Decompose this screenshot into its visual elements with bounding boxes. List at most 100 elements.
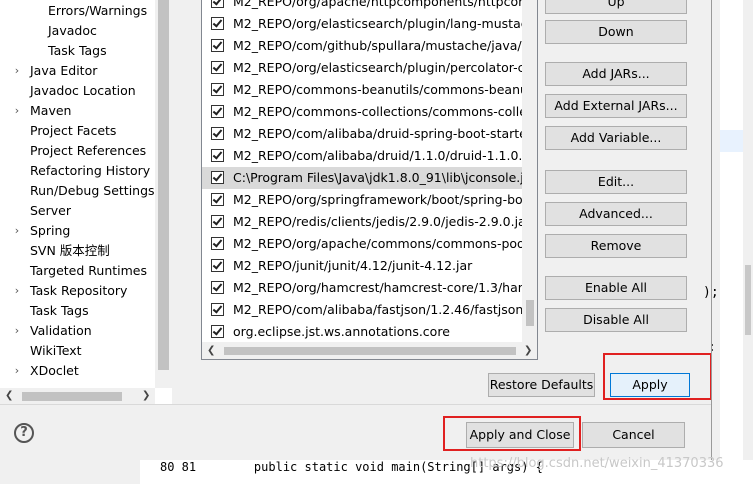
tree-horizontal-scrollbar[interactable]: ❮ ❯	[0, 388, 155, 404]
library-checkbox[interactable]	[211, 17, 224, 30]
tree-item[interactable]: › Validation	[0, 321, 155, 341]
remove-button[interactable]: Remove	[545, 234, 687, 258]
library-row[interactable]: M2_REPO/com/github/spullara/mustache/jav…	[202, 35, 536, 57]
library-checkbox[interactable]	[211, 149, 224, 162]
list-scroll-right-arrow-icon[interactable]: ❯	[524, 345, 532, 357]
tree-item[interactable]: SVN 版本控制	[0, 241, 155, 261]
advanced-button[interactable]: Advanced...	[545, 202, 687, 226]
tree-item[interactable]: › XDoclet	[0, 361, 155, 381]
tree-item[interactable]: Javadoc	[0, 21, 155, 41]
list-vertical-scrollbar[interactable]	[522, 0, 537, 342]
apply-highlight-box	[603, 353, 712, 400]
editor-scroll-thumb[interactable]	[745, 265, 751, 335]
editor-scrollbar[interactable]	[743, 0, 753, 484]
tree-item[interactable]: WikiText	[0, 341, 155, 361]
library-row[interactable]: M2_REPO/org/apache/httpcomponents/httpco…	[202, 0, 531, 13]
library-checkbox[interactable]	[211, 0, 224, 8]
library-checkbox[interactable]	[211, 105, 224, 118]
library-row[interactable]: org.eclipse.jst.ws.annotations.core	[202, 321, 522, 343]
tree-vscroll-thumb[interactable]	[158, 0, 169, 370]
tree-item[interactable]: Run/Debug Settings	[0, 181, 155, 201]
tree-item[interactable]: › Java Editor	[0, 61, 155, 81]
down-button[interactable]: Down	[545, 20, 687, 44]
tree-item[interactable]: › Task Repository	[0, 281, 155, 301]
library-checkbox[interactable]	[211, 39, 224, 52]
help-icon[interactable]: ?	[14, 423, 34, 443]
tree-item[interactable]: Task Tags	[0, 301, 155, 321]
library-path: M2_REPO/com/alibaba/druid/1.1.0/druid-1.…	[233, 148, 538, 163]
library-row[interactable]: C:\Program Files\Java\jdk1.8.0_91\lib\jc…	[202, 167, 537, 189]
cancel-button[interactable]: Cancel	[582, 422, 685, 448]
add-external-jars-button[interactable]: Add External JARs...	[545, 94, 687, 118]
library-checkbox[interactable]	[211, 325, 224, 338]
library-path: M2_REPO/com/alibaba/fastjson/1.2.46/fast…	[233, 302, 538, 317]
tree-item-label: Task Repository	[30, 283, 128, 298]
library-row[interactable]: M2_REPO/org/elasticsearch/plugin/percola…	[202, 57, 531, 79]
tree-item[interactable]: › Maven	[0, 101, 155, 121]
list-vscroll-thumb[interactable]	[526, 300, 534, 326]
tree-hscroll-thumb[interactable]	[22, 392, 122, 401]
library-checkbox[interactable]	[211, 127, 224, 140]
tree-item-label: Javadoc	[48, 23, 97, 38]
tree-item[interactable]: Javadoc Location	[0, 81, 155, 101]
tree-item-label: Errors/Warnings	[48, 3, 148, 18]
tree-item-label: Java Editor	[30, 63, 98, 78]
edit-button[interactable]: Edit...	[545, 170, 687, 194]
library-row[interactable]: M2_REPO/commons-beanutils/commons-beanut…	[202, 79, 537, 101]
tree-item[interactable]: Task Tags	[0, 41, 155, 61]
chevron-right-icon[interactable]: ›	[12, 321, 22, 341]
chevron-right-icon[interactable]: ›	[12, 281, 22, 301]
library-row[interactable]: M2_REPO/org/springframework/boot/spring-…	[202, 189, 530, 211]
library-checkbox[interactable]	[211, 193, 224, 206]
add-variable-button[interactable]: Add Variable...	[545, 126, 687, 150]
list-hscroll-thumb[interactable]	[224, 347, 516, 355]
library-row[interactable]: M2_REPO/org/hamcrest/hamcrest-core/1.3/h…	[202, 277, 537, 299]
watermark-text: https://blog.csdn.net/weixin_41370336	[470, 456, 724, 471]
tree-item[interactable]: Project References	[0, 141, 155, 161]
library-row[interactable]: M2_REPO/com/alibaba/druid-spring-boot-st…	[202, 123, 532, 145]
disable-all-button[interactable]: Disable All	[545, 308, 687, 332]
tree-item[interactable]: Errors/Warnings	[0, 1, 155, 21]
up-button[interactable]: Up	[545, 0, 687, 14]
tree-item[interactable]: Project Facets	[0, 121, 155, 141]
chevron-right-icon[interactable]: ›	[12, 101, 22, 121]
library-row[interactable]: M2_REPO/redis/clients/jedis/2.9.0/jedis-…	[202, 211, 531, 233]
tree-item[interactable]: Refactoring History	[0, 161, 155, 181]
library-row[interactable]: M2_REPO/junit/junit/4.12/junit-4.12.jar	[202, 255, 522, 277]
library-checkbox[interactable]	[211, 171, 224, 184]
tree-item[interactable]: Targeted Runtimes	[0, 261, 155, 281]
tree-item[interactable]: › Spring	[0, 221, 155, 241]
library-checkbox[interactable]	[211, 303, 224, 316]
library-checkbox[interactable]	[211, 259, 224, 272]
scroll-right-arrow-icon[interactable]: ❯	[142, 390, 150, 402]
add-jars-button[interactable]: Add JARs...	[545, 62, 687, 86]
libraries-list[interactable]: M2_REPO/org/apache/httpcomponents/httpco…	[201, 0, 538, 360]
library-path: M2_REPO/org/apache/commons/commons-pool2	[233, 236, 537, 251]
chevron-right-icon[interactable]: ›	[12, 221, 22, 241]
dialog-divider	[0, 404, 711, 405]
library-checkbox[interactable]	[211, 83, 224, 96]
list-scroll-left-arrow-icon[interactable]: ❮	[207, 345, 215, 357]
chevron-right-icon[interactable]: ›	[12, 61, 22, 81]
tree-item-label: Task Tags	[30, 303, 89, 318]
library-row[interactable]: M2_REPO/com/alibaba/druid/1.1.0/druid-1.…	[202, 145, 537, 167]
enable-all-button[interactable]: Enable All	[545, 276, 687, 300]
library-path: org.eclipse.jst.ws.annotations.core	[233, 324, 450, 339]
library-checkbox[interactable]	[211, 61, 224, 74]
chevron-right-icon[interactable]: ›	[12, 361, 22, 381]
restore-defaults-button[interactable]: Restore Defaults	[488, 373, 595, 397]
library-path: M2_REPO/commons-collections/commons-coll…	[233, 104, 538, 119]
library-row[interactable]: M2_REPO/commons-collections/commons-coll…	[202, 101, 537, 123]
library-checkbox[interactable]	[211, 237, 224, 250]
library-path: M2_REPO/org/apache/httpcomponents/httpco…	[233, 0, 531, 9]
library-row[interactable]: M2_REPO/org/elasticsearch/plugin/lang-mu…	[202, 13, 537, 35]
scroll-left-arrow-icon[interactable]: ❮	[5, 390, 13, 402]
list-horizontal-scrollbar[interactable]: ❮ ❯	[202, 342, 537, 359]
apply-and-close-highlight-box	[443, 416, 581, 451]
library-row[interactable]: M2_REPO/org/apache/commons/commons-pool2	[202, 233, 536, 255]
tree-item[interactable]: Server	[0, 201, 155, 221]
tree-vertical-scrollbar[interactable]	[155, 0, 172, 388]
library-row[interactable]: M2_REPO/com/alibaba/fastjson/1.2.46/fast…	[202, 299, 537, 321]
library-checkbox[interactable]	[211, 281, 224, 294]
library-checkbox[interactable]	[211, 215, 224, 228]
